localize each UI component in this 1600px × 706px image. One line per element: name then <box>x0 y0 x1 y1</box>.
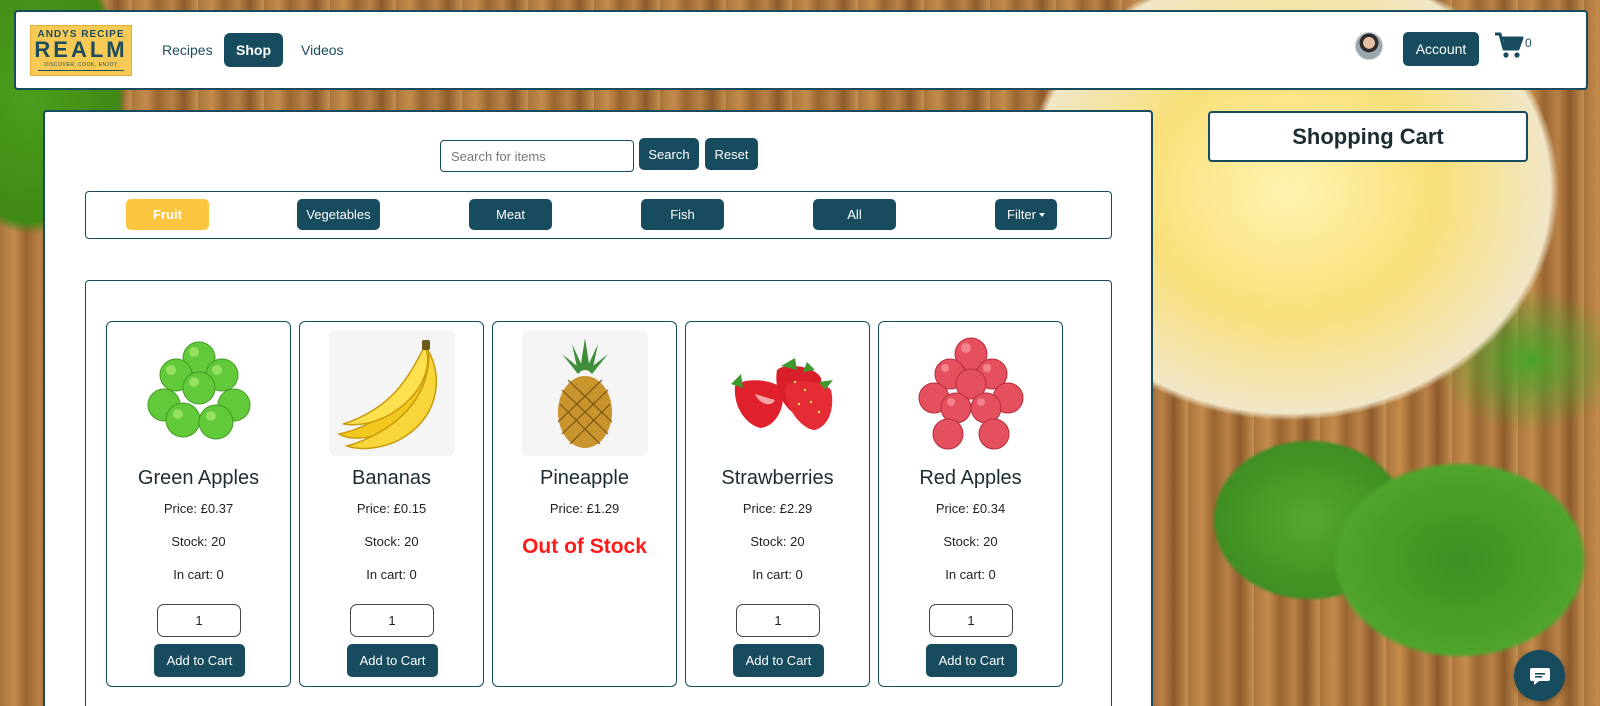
quantity-input[interactable]: 1 <box>350 604 434 637</box>
product-price: Price: £2.29 <box>742 501 813 516</box>
category-fish-button[interactable]: Fish <box>641 199 724 230</box>
filter-label: Filter <box>1007 207 1036 222</box>
product-card: Pineapple Price: £1.29 Out of Stock <box>492 321 677 687</box>
pineapple-image <box>522 330 648 456</box>
out-of-stock-label: Out of Stock <box>522 535 647 558</box>
product-price: Price: £0.37 <box>163 501 234 516</box>
add-to-cart-button[interactable]: Add to Cart <box>926 644 1017 677</box>
green-apples-image <box>136 330 262 456</box>
logo-line2: REALM <box>34 37 128 62</box>
add-to-cart-button[interactable]: Add to Cart <box>154 644 245 677</box>
category-all-button[interactable]: All <box>813 199 896 230</box>
chevron-down-icon <box>1038 212 1045 217</box>
product-price: Price: £0.15 <box>356 501 427 516</box>
shopping-cart-title: Shopping Cart <box>1292 123 1444 149</box>
logo-divider <box>38 70 124 71</box>
product-in-cart: In cart: 0 <box>173 567 224 582</box>
logo-tagline: DISCOVER, COOK, ENJOY <box>44 62 118 68</box>
user-avatar[interactable] <box>1355 32 1383 60</box>
strawberries-image <box>715 330 841 456</box>
nav-link-recipes[interactable]: Recipes <box>150 33 225 67</box>
search-input[interactable] <box>440 140 634 172</box>
product-name: Pineapple <box>540 467 629 489</box>
chat-bubble-icon <box>1529 667 1550 685</box>
quantity-input[interactable]: 1 <box>929 604 1013 637</box>
cart-count-badge: 0 <box>1525 36 1532 50</box>
product-stock: Stock: 20 <box>943 534 998 549</box>
filter-dropdown-button[interactable]: Filter <box>995 199 1057 230</box>
product-card: Bananas Price: £0.15 Stock: 20 In cart: … <box>299 321 484 687</box>
red-apples-image <box>908 330 1034 456</box>
product-name: Green Apples <box>137 467 260 489</box>
nav-link-videos[interactable]: Videos <box>289 33 356 67</box>
chat-button[interactable] <box>1514 650 1565 701</box>
shopping-cart-panel: Shopping Cart <box>1208 111 1528 162</box>
product-card: Strawberries Price: £2.29 Stock: 20 In c… <box>685 321 870 687</box>
shop-panel: Search Reset Fruit Vegetables Meat Fish … <box>43 110 1153 706</box>
category-vegetables-button[interactable]: Vegetables <box>297 199 380 230</box>
quantity-input[interactable]: 1 <box>157 604 241 637</box>
category-fruit-button[interactable]: Fruit <box>126 199 209 230</box>
search-button[interactable]: Search <box>639 138 699 170</box>
product-price: Price: £1.29 <box>549 501 620 516</box>
reset-button[interactable]: Reset <box>705 138 758 170</box>
product-in-cart: In cart: 0 <box>945 567 996 582</box>
product-stock: Stock: 20 <box>364 534 419 549</box>
top-navbar: ANDYS RECIPE REALM DISCOVER, COOK, ENJOY… <box>14 10 1588 90</box>
product-name: Bananas <box>352 467 431 489</box>
site-logo[interactable]: ANDYS RECIPE REALM DISCOVER, COOK, ENJOY <box>30 25 132 76</box>
add-to-cart-button[interactable]: Add to Cart <box>733 644 824 677</box>
product-stock: Stock: 20 <box>171 534 226 549</box>
product-name: Red Apples <box>919 467 1022 489</box>
product-in-cart: In cart: 0 <box>752 567 803 582</box>
product-grid: Green Apples Price: £0.37 Stock: 20 In c… <box>85 280 1112 706</box>
add-to-cart-button[interactable]: Add to Cart <box>347 644 438 677</box>
bananas-image <box>329 330 455 456</box>
product-price: Price: £0.34 <box>935 501 1006 516</box>
product-card: Green Apples Price: £0.37 Stock: 20 In c… <box>106 321 291 687</box>
category-meat-button[interactable]: Meat <box>469 199 552 230</box>
product-card: Red Apples Price: £0.34 Stock: 20 In car… <box>878 321 1063 687</box>
category-filter-bar: Fruit Vegetables Meat Fish All Filter <box>85 191 1112 239</box>
product-name: Strawberries <box>721 467 834 489</box>
shopping-cart-icon[interactable] <box>1493 29 1525 61</box>
product-in-cart: In cart: 0 <box>366 567 417 582</box>
product-stock: Stock: 20 <box>750 534 805 549</box>
quantity-input[interactable]: 1 <box>736 604 820 637</box>
account-button[interactable]: Account <box>1403 32 1479 66</box>
nav-link-shop[interactable]: Shop <box>224 33 283 67</box>
